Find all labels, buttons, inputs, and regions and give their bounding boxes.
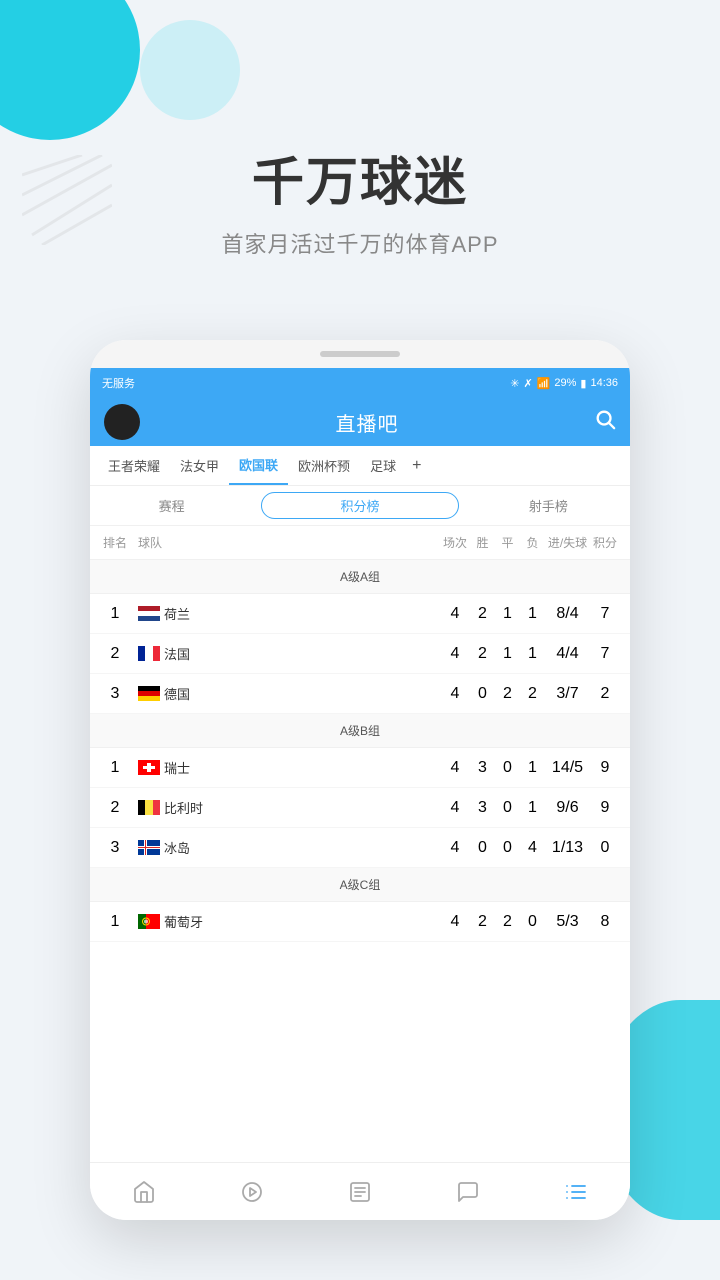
bluetooth-icon: ✳ xyxy=(510,377,519,390)
wifi-icon: ✗ xyxy=(523,377,532,390)
table-row[interactable]: 1 荷兰 4 2 1 1 8/4 7 xyxy=(90,594,630,634)
bottom-nav xyxy=(90,1162,630,1220)
belgium-flag xyxy=(138,800,160,815)
table-row[interactable]: 1 瑞士 4 3 0 1 14/5 9 xyxy=(90,748,630,788)
group-b-header: A级B组 xyxy=(90,714,630,748)
signal-icon: 📶 xyxy=(537,377,551,390)
standings-table: 排名 球队 场次 胜 平 负 进/失球 积分 A级A组 1 xyxy=(90,526,630,1220)
app-header: 直播吧 xyxy=(90,398,630,446)
table-row[interactable]: 3 德国 4 0 2 2 3/7 2 xyxy=(90,674,630,714)
app-logo[interactable] xyxy=(104,404,140,440)
germany-flag xyxy=(138,686,160,701)
france-flag xyxy=(138,646,160,661)
phone-mockup: 无服务 ✳ ✗ 📶 29% ▮ 14:36 直播吧 王者荣耀 xyxy=(90,340,630,1220)
tab-ouyubeiy[interactable]: 欧洲杯预 xyxy=(288,446,360,485)
hero-title: 千万球迷 xyxy=(0,140,720,215)
app-title: 直播吧 xyxy=(336,408,399,437)
table-header: 排名 球队 场次 胜 平 负 进/失球 积分 xyxy=(90,526,630,560)
battery-icon: ▮ xyxy=(580,377,586,390)
status-indicators: ✳ ✗ 📶 29% ▮ 14:36 xyxy=(510,377,618,390)
tab-ouguo[interactable]: 欧国联 xyxy=(229,446,288,485)
subtab-scorers[interactable]: 射手榜 xyxy=(467,492,630,519)
bottom-nav-home[interactable] xyxy=(120,1174,168,1210)
iceland-flag xyxy=(138,840,160,855)
switzerland-flag xyxy=(138,760,160,775)
bottom-nav-chat[interactable] xyxy=(444,1174,492,1210)
table-row[interactable]: 2 法国 4 2 1 1 4/4 7 xyxy=(90,634,630,674)
bg-decoration-circle-top-left xyxy=(0,0,140,140)
group-a-header: A级A组 xyxy=(90,560,630,594)
time: 14:36 xyxy=(590,377,618,389)
portugal-flag xyxy=(138,914,160,929)
hero-subtitle: 首家月活过千万的体育APP xyxy=(0,227,720,259)
tab-more-button[interactable]: + xyxy=(406,457,427,475)
netherlands-flag xyxy=(138,606,160,621)
header-pts: 积分 xyxy=(590,534,620,551)
table-row[interactable]: 1 葡萄牙 4 2 2 0 5/3 8 xyxy=(90,902,630,942)
search-button[interactable] xyxy=(594,408,616,436)
hero-section: 千万球迷 首家月活过千万的体育APP xyxy=(0,140,720,259)
header-win: 胜 xyxy=(470,534,495,551)
bottom-nav-play[interactable] xyxy=(228,1174,276,1210)
header-lose: 负 xyxy=(520,534,545,551)
bottom-nav-list[interactable] xyxy=(552,1174,600,1210)
header-matches: 场次 xyxy=(440,534,470,551)
header-team: 球队 xyxy=(130,534,440,551)
nav-tabs: 王者荣耀 法女甲 欧国联 欧洲杯预 足球 + xyxy=(90,446,630,486)
phone-notch-bar xyxy=(320,351,400,357)
status-network: 无服务 xyxy=(102,375,135,391)
bottom-nav-news[interactable] xyxy=(336,1174,384,1210)
battery-level: 29% xyxy=(554,377,576,389)
header-rank: 排名 xyxy=(100,534,130,551)
tab-wangzhe[interactable]: 王者荣耀 xyxy=(98,446,170,485)
header-goals: 进/失球 xyxy=(545,534,590,551)
sub-tabs: 赛程 积分榜 射手榜 xyxy=(90,486,630,526)
subtab-schedule[interactable]: 赛程 xyxy=(90,492,253,519)
table-row[interactable]: 3 冰岛 4 0 0 4 1/13 0 xyxy=(90,828,630,868)
bg-decoration-circle-top-right xyxy=(140,20,240,120)
phone-notch xyxy=(90,340,630,368)
header-draw: 平 xyxy=(495,534,520,551)
status-bar: 无服务 ✳ ✗ 📶 29% ▮ 14:36 xyxy=(90,368,630,398)
group-c-header: A级C组 xyxy=(90,868,630,902)
tab-football[interactable]: 足球 xyxy=(360,446,406,485)
subtab-standings[interactable]: 积分榜 xyxy=(261,492,458,519)
table-row[interactable]: 2 比利时 4 3 0 1 9/6 9 xyxy=(90,788,630,828)
tab-fanv[interactable]: 法女甲 xyxy=(170,446,229,485)
